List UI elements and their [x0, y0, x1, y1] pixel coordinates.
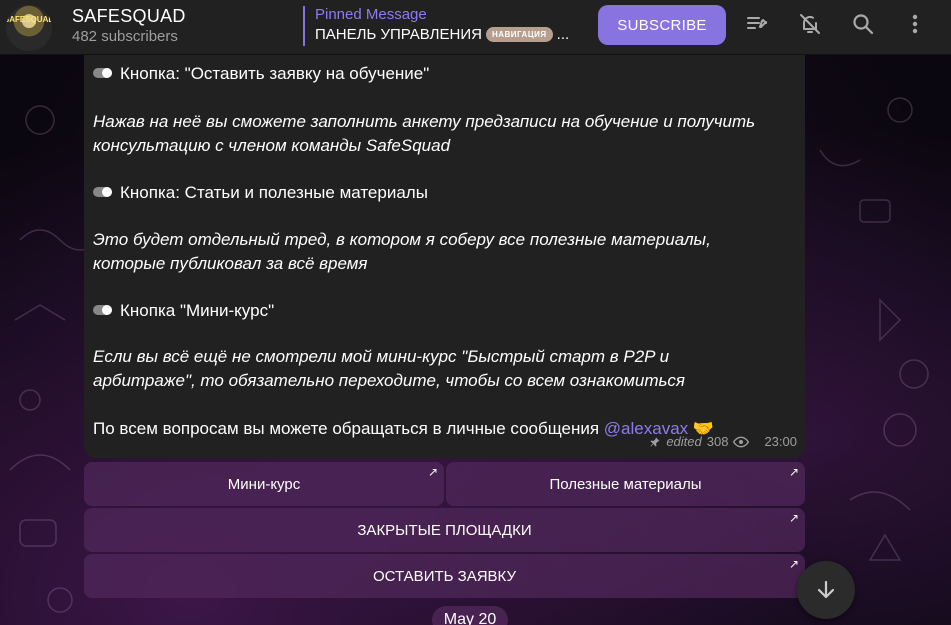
- closed-platforms-button[interactable]: ЗАКРЫТЫЕ ПЛОЩАДКИ ↗: [84, 508, 805, 552]
- subscribe-button[interactable]: SUBSCRIBE: [598, 5, 726, 45]
- pin-icon: [650, 437, 660, 447]
- post-text: Кнопка: Статьи и полезные материалы: [120, 183, 428, 202]
- post-line: арбитраже", то обязательно переходите, ч…: [93, 371, 686, 390]
- pinned-message-badge: НАВИГАЦИЯ: [485, 27, 553, 42]
- search-icon[interactable]: [849, 10, 877, 38]
- post-time: 23:00: [764, 434, 797, 449]
- post-line: Это будет отдельный тред, в котором я со…: [93, 230, 711, 249]
- leave-request-label: ОСТАВИТЬ ЗАЯВКУ: [373, 567, 516, 585]
- post-line: Кнопка: "Оставить заявку на обучение": [93, 62, 429, 86]
- external-link-icon: ↗: [427, 465, 438, 479]
- mini-course-label: Мини-курс: [227, 475, 301, 493]
- pinned-message-text: ПАНЕЛЬ УПРАВЛЕНИЯ: [315, 26, 482, 43]
- channel-avatar[interactable]: SAFESQUAD: [6, 5, 52, 51]
- pinned-list-icon[interactable]: [743, 10, 771, 38]
- view-count: 308: [706, 434, 729, 449]
- avatar-text: SAFESQUAD: [6, 14, 52, 24]
- eye-icon: [733, 436, 750, 448]
- post-meta: edited 308 23:00: [649, 430, 797, 454]
- pinned-message-title: Pinned Message: [315, 6, 427, 23]
- scroll-down-button[interactable]: [797, 561, 855, 619]
- subscriber-count: 482 subscribers: [72, 28, 178, 45]
- useful-materials-label: Полезные материалы: [549, 475, 702, 493]
- mini-course-button[interactable]: Мини-курс ↗: [84, 462, 444, 506]
- useful-materials-button[interactable]: Полезные материалы ↗: [446, 462, 805, 506]
- external-link-icon: ↗: [788, 557, 799, 571]
- external-link-icon: ↗: [788, 465, 799, 479]
- post-line: Нажав на неё вы сможете заполнить анкету…: [93, 112, 756, 131]
- post-line: Кнопка: Статьи и полезные материалы: [93, 181, 428, 205]
- toggle-icon: [93, 187, 112, 197]
- mute-bell-icon[interactable]: [796, 10, 824, 38]
- post-text: Кнопка: "Оставить заявку на обучение": [120, 64, 430, 83]
- closed-platforms-label: ЗАКРЫТЫЕ ПЛОЩАДКИ: [357, 521, 532, 539]
- post-line: Кнопка "Мини-курс": [93, 299, 274, 323]
- edited-label: edited: [666, 434, 702, 449]
- external-link-icon: ↗: [788, 511, 799, 525]
- channel-name[interactable]: SAFESQUAD: [72, 6, 186, 27]
- toggle-icon: [93, 305, 112, 315]
- pinned-message-preview: ПАНЕЛЬ УПРАВЛЕНИЯ НАВИГАЦИЯ ...: [315, 26, 583, 43]
- post-line: По всем вопросам вы можете обращаться в …: [93, 417, 714, 441]
- pinned-message[interactable]: Pinned Message ПАНЕЛЬ УПРАВЛЕНИЯ НАВИГАЦ…: [303, 6, 583, 46]
- post-text: По всем вопросам вы можете обращаться в …: [93, 419, 604, 438]
- more-vert-icon[interactable]: [901, 10, 929, 38]
- date-separator: May 20: [432, 606, 508, 625]
- post-line: Если вы всё ещё не смотрели мой мини-кур…: [93, 347, 670, 366]
- channel-post: Кнопка: "Оставить заявку на обучение" На…: [84, 55, 805, 458]
- chat-header: SAFESQUAD SAFESQUAD 482 subscribers Pinn…: [0, 0, 951, 55]
- leave-request-button[interactable]: ОСТАВИТЬ ЗАЯВКУ ↗: [84, 554, 805, 598]
- post-line: которые публиковал за всё время: [93, 254, 368, 273]
- post-line: консультацию с членом команды SafeSquad: [93, 136, 451, 155]
- post-text: Кнопка "Мини-курс": [120, 301, 275, 320]
- arrow-down-icon: [817, 580, 835, 599]
- toggle-icon: [93, 68, 112, 78]
- pinned-message-ellipsis: ...: [556, 26, 570, 43]
